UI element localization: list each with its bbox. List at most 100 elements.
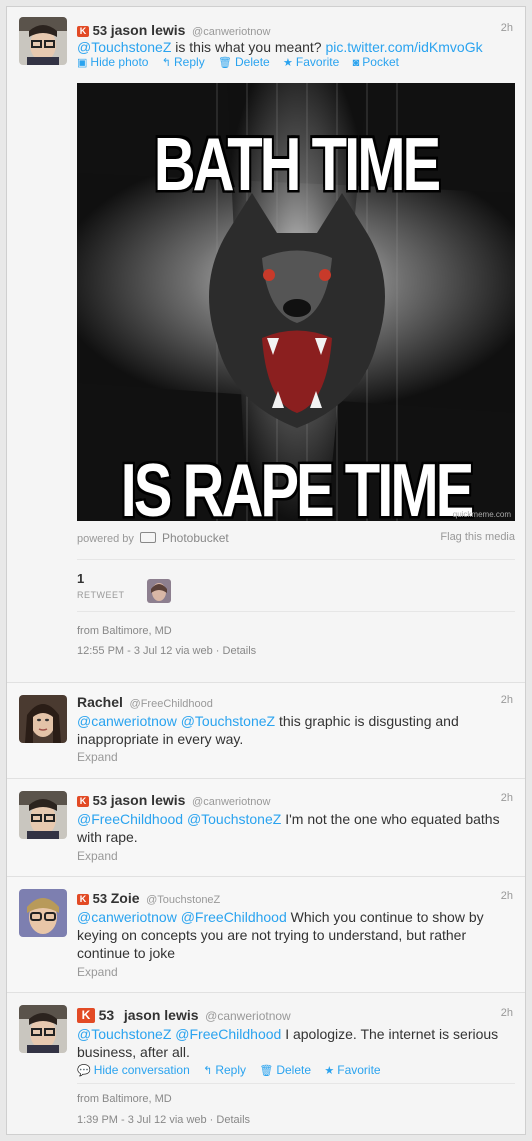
mention-link[interactable]: @FreeChildhood — [77, 811, 183, 827]
pocket-button[interactable]: ◙ Pocket — [353, 55, 399, 69]
tweet-location: from Baltimore, MD — [77, 1093, 172, 1105]
pocket-icon: ◙ — [352, 57, 360, 69]
mention-link[interactable]: @FreeChildhood — [175, 1026, 281, 1042]
tweet-text: @TouchstoneZ @FreeChildhood I apologize.… — [77, 1025, 511, 1061]
tweet-time[interactable]: 2h — [501, 694, 513, 706]
hide-photo-label: Hide photo — [90, 55, 149, 69]
meme-watermark: quickmeme.com — [452, 510, 511, 519]
reply-label: Reply — [215, 1063, 247, 1077]
klout-icon: K — [77, 1008, 95, 1023]
author-name[interactable]: jason lewis — [111, 792, 186, 808]
favorite-button[interactable]: ★ Favorite — [283, 55, 339, 69]
tweet-time[interactable]: 2h — [501, 890, 513, 902]
reply-label: Reply — [174, 55, 205, 69]
tweet-text: @TouchstoneZ is this what you meant? pic… — [77, 38, 511, 56]
klout-score: 53 — [98, 1007, 115, 1023]
tweet-jason-2[interactable]: K 53 jason lewis @canweriotnow 2h @FreeC… — [7, 779, 525, 877]
author-handle[interactable]: @canweriotnow — [205, 1009, 291, 1023]
reply-icon: ↰ — [203, 1065, 213, 1077]
divider — [77, 1083, 515, 1084]
photo-icon: ▣ — [77, 57, 88, 69]
mention-link[interactable]: @TouchstoneZ — [77, 39, 171, 55]
klout-score: 53 — [92, 23, 108, 38]
tweet-header: K 53 Zoie @TouchstoneZ 2h — [77, 890, 513, 908]
tweet-header: Rachel @FreeChildhood 2h — [77, 694, 513, 712]
meme-caption-bottom: IS RAPE TIME — [120, 448, 475, 521]
expand-link[interactable]: Expand — [77, 849, 118, 863]
tweet-rachel[interactable]: Rachel @FreeChildhood 2h @canweriotnow @… — [7, 683, 525, 779]
star-icon: ★ — [324, 1065, 335, 1077]
delete-label: Delete — [235, 55, 270, 69]
author-handle[interactable]: @canweriotnow — [192, 26, 270, 38]
mention-link[interactable]: @canweriotnow — [77, 713, 177, 729]
klout-icon: K — [77, 894, 89, 905]
star-icon: ★ — [283, 57, 293, 69]
author-handle[interactable]: @FreeChildhood — [130, 698, 213, 710]
favorite-label: Favorite — [295, 55, 340, 69]
mention-link[interactable]: @TouchstoneZ — [187, 811, 281, 827]
mention-link[interactable]: @FreeChildhood — [181, 909, 287, 925]
flag-media-link[interactable]: Flag this media — [440, 531, 515, 543]
avatar[interactable] — [19, 889, 67, 937]
reply-icon: ↰ — [161, 57, 172, 69]
retweeter-avatar[interactable] — [147, 579, 171, 603]
mention-link[interactable]: @canweriotnow — [77, 909, 177, 925]
tweet-text: @FreeChildhood @TouchstoneZ I'm not the … — [77, 810, 511, 846]
retweet-count[interactable]: 1 — [77, 571, 125, 586]
tweet-header: K 53 jason lewis @canweriotnow 2h — [77, 1007, 513, 1025]
author-name[interactable]: Rachel — [77, 694, 123, 710]
hide-conversation-button[interactable]: 💬 Hide conversation — [77, 1063, 190, 1077]
mention-link[interactable]: @TouchstoneZ — [77, 1026, 171, 1042]
author-handle[interactable]: @TouchstoneZ — [146, 894, 220, 906]
media-footer: powered by Photobucket Flag this media — [77, 531, 515, 545]
delete-label: Delete — [276, 1063, 312, 1077]
reply-button[interactable]: ↰ Reply — [203, 1063, 246, 1077]
tweet-time[interactable]: 2h — [501, 1007, 513, 1019]
mention-link[interactable]: @TouchstoneZ — [181, 713, 275, 729]
tweet-timestamp[interactable]: 12:55 PM - 3 Jul 12 via web · Details — [77, 645, 256, 657]
klout-score: 53 — [92, 891, 108, 906]
author-name[interactable]: jason lewis — [111, 22, 186, 38]
trash-icon: 🗑 — [218, 57, 233, 69]
camera-icon — [139, 532, 156, 543]
speech-bubble-icon: 💬 — [77, 1065, 91, 1077]
delete-button[interactable]: 🗑 Delete — [218, 55, 270, 69]
klout-icon: K — [77, 26, 89, 37]
retweet-label: RETWEET — [77, 590, 125, 600]
photobucket-link[interactable]: Photobucket — [162, 531, 229, 545]
tweet-zoie[interactable]: K 53 Zoie @TouchstoneZ 2h @canweriotnow … — [7, 877, 525, 993]
divider — [77, 611, 515, 612]
tweet-photo[interactable]: BATH TIME IS RAPE TIME quickmeme.com — [77, 83, 515, 521]
powered-by-label: powered by — [77, 533, 134, 545]
trash-icon: 🗑 — [259, 1065, 274, 1077]
pocket-label: Pocket — [362, 55, 399, 69]
tweet-jason-3[interactable]: K 53 jason lewis @canweriotnow 2h @Touch… — [7, 993, 525, 1134]
reply-button[interactable]: ↰ Reply — [162, 55, 205, 69]
delete-button[interactable]: 🗑 Delete — [259, 1063, 311, 1077]
tweet-stats: 1 RETWEET — [77, 571, 171, 603]
tweet-time[interactable]: 2h — [501, 22, 513, 34]
meme-caption-top: BATH TIME — [153, 122, 441, 207]
avatar[interactable] — [19, 17, 67, 65]
avatar[interactable] — [19, 1005, 67, 1053]
author-name[interactable]: Zoie — [111, 890, 140, 906]
author-handle[interactable]: @canweriotnow — [192, 796, 270, 808]
expand-link[interactable]: Expand — [77, 750, 118, 764]
avatar[interactable] — [19, 695, 67, 743]
tweet-time[interactable]: 2h — [501, 792, 513, 804]
tweet-location: from Baltimore, MD — [77, 625, 172, 637]
klout-icon: K — [77, 796, 89, 807]
tweet-actions: 💬 Hide conversation ↰ Reply 🗑 Delete ★ Favor… — [77, 1063, 391, 1077]
tweet-jason-1[interactable]: K 53 jason lewis @canweriotnow 2h @Touch… — [7, 7, 525, 683]
klout-score: 53 — [92, 793, 108, 808]
expand-link[interactable]: Expand — [77, 965, 118, 979]
tweet-body: is this what you meant? — [175, 39, 322, 55]
hide-photo-button[interactable]: ▣ Hide photo — [77, 55, 148, 69]
author-name[interactable]: jason lewis — [124, 1007, 199, 1023]
avatar[interactable] — [19, 791, 67, 839]
tweet-header: K 53 jason lewis @canweriotnow 2h — [77, 792, 513, 810]
divider — [77, 559, 515, 560]
favorite-button[interactable]: ★ Favorite — [324, 1063, 380, 1077]
tweet-timestamp[interactable]: 1:39 PM - 3 Jul 12 via web · Details — [77, 1114, 250, 1126]
photo-link[interactable]: pic.twitter.com/idKmvoGk — [325, 39, 482, 55]
